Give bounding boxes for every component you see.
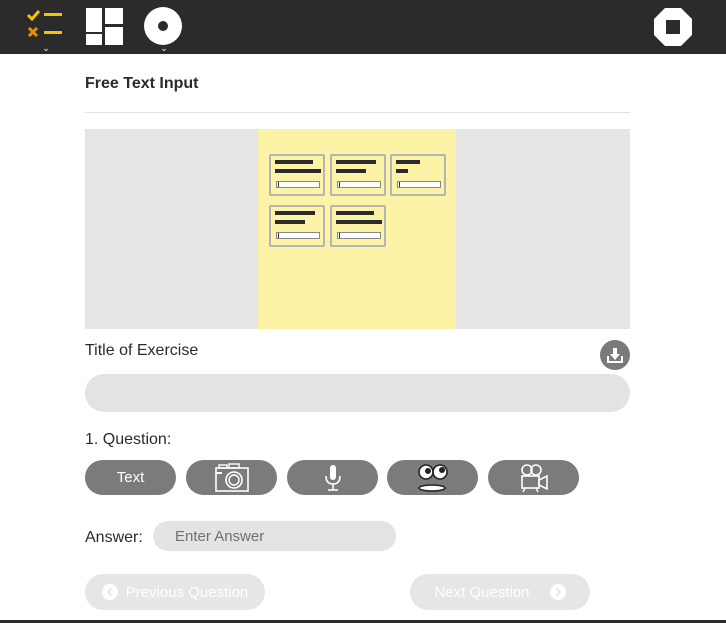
top-toolbar: ⌄ ⌄ <box>0 0 726 54</box>
divider <box>85 112 630 113</box>
download-button[interactable] <box>600 340 630 370</box>
answer-input[interactable] <box>153 521 396 551</box>
record-disc-icon <box>144 7 182 45</box>
page-title: Free Text Input <box>85 75 199 92</box>
layout-button[interactable] <box>84 0 126 54</box>
checklist-icon <box>26 10 62 38</box>
answer-label: Answer: <box>85 529 143 546</box>
previous-question-label: Previous Question <box>125 583 249 601</box>
preview-card <box>390 154 446 196</box>
exercise-title-label: Title of Exercise <box>85 342 199 359</box>
next-question-button[interactable]: Next Question <box>410 574 590 610</box>
microphone-icon <box>324 464 341 491</box>
question-type-audio-button[interactable] <box>287 460 378 495</box>
record-menu-button[interactable]: ⌄ <box>142 0 186 54</box>
question-type-text-label: Text <box>116 469 145 486</box>
question-type-video-button[interactable] <box>488 460 579 495</box>
question-type-selector: Text <box>85 460 630 495</box>
preview-card <box>269 205 325 247</box>
question-type-text-button[interactable]: Text <box>85 460 176 495</box>
chevron-down-icon: ⌄ <box>160 43 168 53</box>
eyes-face-icon <box>417 463 448 492</box>
question-type-animation-button[interactable] <box>387 460 478 495</box>
exercise-title-input[interactable] <box>85 374 630 412</box>
chevron-down-icon: ⌄ <box>42 43 50 53</box>
checklist-menu-button[interactable]: ⌄ <box>24 0 68 54</box>
video-camera-icon <box>520 463 548 492</box>
layout-grid-icon <box>86 8 123 45</box>
stop-button[interactable] <box>652 0 694 54</box>
question-type-photo-button[interactable] <box>186 460 277 495</box>
preview-card <box>330 154 386 196</box>
camera-icon <box>214 462 249 492</box>
download-icon <box>607 348 623 363</box>
chevron-left-icon <box>101 584 118 600</box>
question-label: 1. Question: <box>85 431 172 448</box>
next-question-label: Next Question <box>434 583 530 601</box>
preview-card <box>269 154 325 196</box>
preview-sheet <box>258 129 456 329</box>
preview-card <box>330 205 386 247</box>
stop-icon <box>654 8 692 46</box>
previous-question-button[interactable]: Previous Question <box>85 574 265 610</box>
layout-preview <box>85 129 630 329</box>
chevron-right-icon <box>549 584 566 600</box>
